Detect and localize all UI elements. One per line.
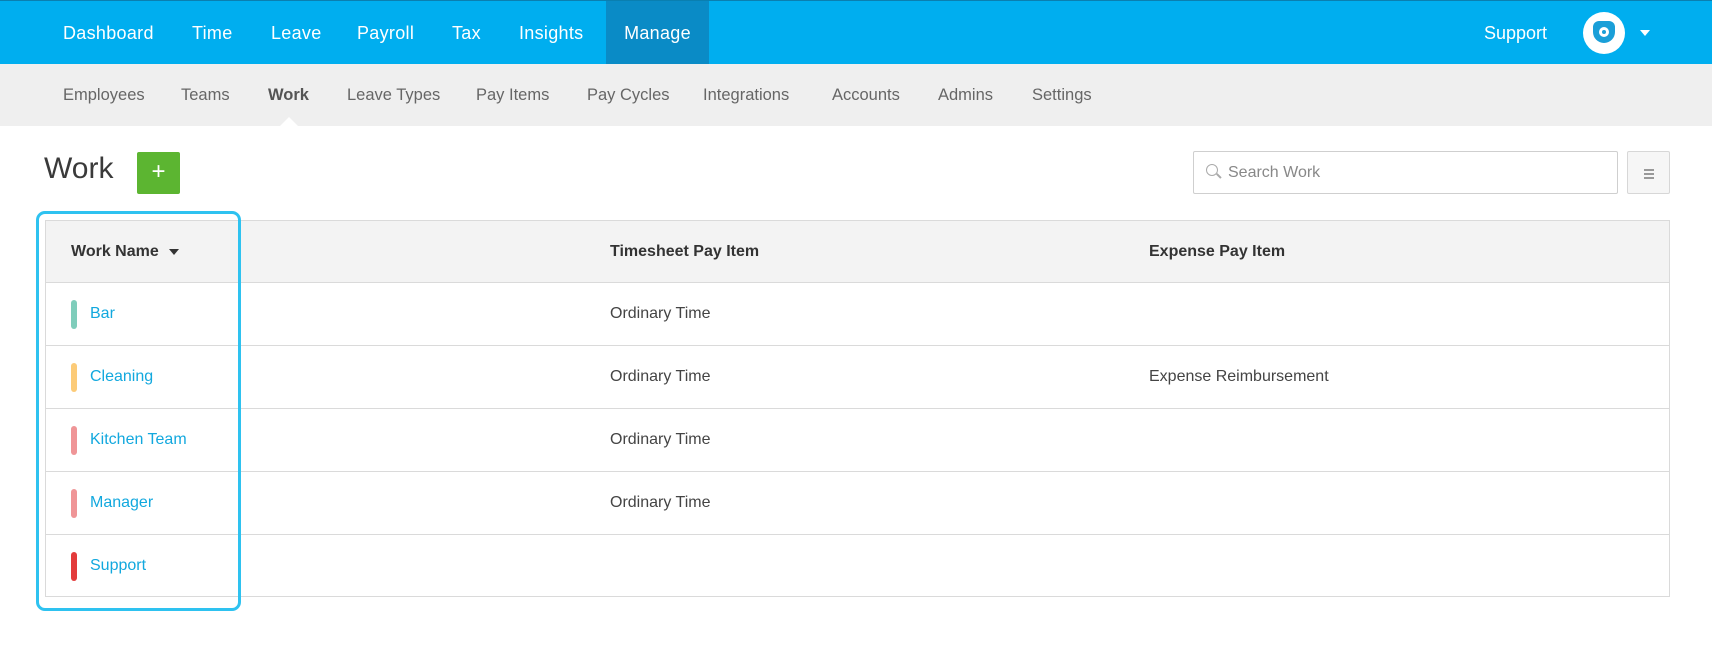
user-avatar[interactable] [1583, 12, 1625, 54]
hamburger-icon [1644, 169, 1654, 171]
active-tab-pointer [279, 117, 299, 127]
work-name-link[interactable]: Cleaning [90, 346, 153, 408]
column-expense-pay-item: Expense Pay Item [1149, 243, 1286, 260]
subnav-settings[interactable]: Settings [1032, 64, 1092, 126]
work-name-link[interactable]: Support [90, 535, 146, 597]
work-name-link[interactable]: Bar [90, 283, 115, 345]
table-row: Support [46, 535, 1669, 598]
column-timesheet-pay-item: Timesheet Pay Item [610, 243, 760, 260]
nav-insights[interactable]: Insights [519, 1, 583, 65]
work-color-bar [71, 489, 77, 518]
work-table: Work Name Timesheet Pay Item Expense Pay… [45, 220, 1670, 597]
table-row: Cleaning Ordinary Time Expense Reimburse… [46, 346, 1669, 409]
sort-caret-icon [168, 248, 179, 255]
add-work-button[interactable]: + [137, 152, 180, 194]
work-name-link[interactable]: Manager [90, 472, 153, 534]
subnav-pay-items[interactable]: Pay Items [476, 64, 549, 126]
timesheet-pay-item: Ordinary Time [610, 305, 711, 322]
page-title: Work [44, 152, 114, 185]
subnav-teams[interactable]: Teams [181, 64, 230, 126]
timesheet-pay-item: Ordinary Time [610, 368, 711, 385]
sub-navigation: Employees Teams Work Leave Types Pay Ite… [0, 64, 1712, 126]
shield-logo-icon [1593, 21, 1615, 43]
nav-manage[interactable]: Manage [606, 1, 709, 65]
chevron-down-icon[interactable] [1640, 30, 1650, 36]
subnav-admins[interactable]: Admins [938, 64, 993, 126]
search-box [1193, 151, 1618, 194]
subnav-employees[interactable]: Employees [63, 64, 145, 126]
search-input[interactable] [1228, 152, 1608, 193]
table-row: Bar Ordinary Time [46, 283, 1669, 346]
work-color-bar [71, 426, 77, 455]
search-icon [1206, 164, 1218, 176]
nav-time[interactable]: Time [192, 1, 233, 65]
nav-payroll[interactable]: Payroll [357, 1, 414, 65]
subnav-accounts[interactable]: Accounts [832, 64, 900, 126]
table-row: Manager Ordinary Time [46, 472, 1669, 535]
work-color-bar [71, 300, 77, 329]
column-work-name[interactable]: Work Name [71, 221, 179, 283]
top-navigation: Dashboard Time Leave Payroll Tax Insight… [0, 0, 1712, 65]
work-color-bar [71, 552, 77, 581]
timesheet-pay-item: Ordinary Time [610, 431, 711, 448]
subnav-integrations[interactable]: Integrations [703, 64, 789, 126]
table-row: Kitchen Team Ordinary Time [46, 409, 1669, 472]
table-header: Work Name Timesheet Pay Item Expense Pay… [46, 221, 1669, 283]
subnav-pay-cycles[interactable]: Pay Cycles [587, 64, 670, 126]
work-name-link[interactable]: Kitchen Team [90, 409, 187, 471]
list-menu-button[interactable] [1627, 151, 1670, 194]
work-color-bar [71, 363, 77, 392]
support-link[interactable]: Support [1484, 1, 1547, 65]
subnav-leave-types[interactable]: Leave Types [347, 64, 440, 126]
nav-dashboard[interactable]: Dashboard [63, 1, 154, 65]
column-work-name-label: Work Name [71, 243, 159, 260]
expense-pay-item: Expense Reimbursement [1149, 368, 1329, 385]
nav-tax[interactable]: Tax [452, 1, 481, 65]
timesheet-pay-item: Ordinary Time [610, 494, 711, 511]
nav-leave[interactable]: Leave [271, 1, 322, 65]
